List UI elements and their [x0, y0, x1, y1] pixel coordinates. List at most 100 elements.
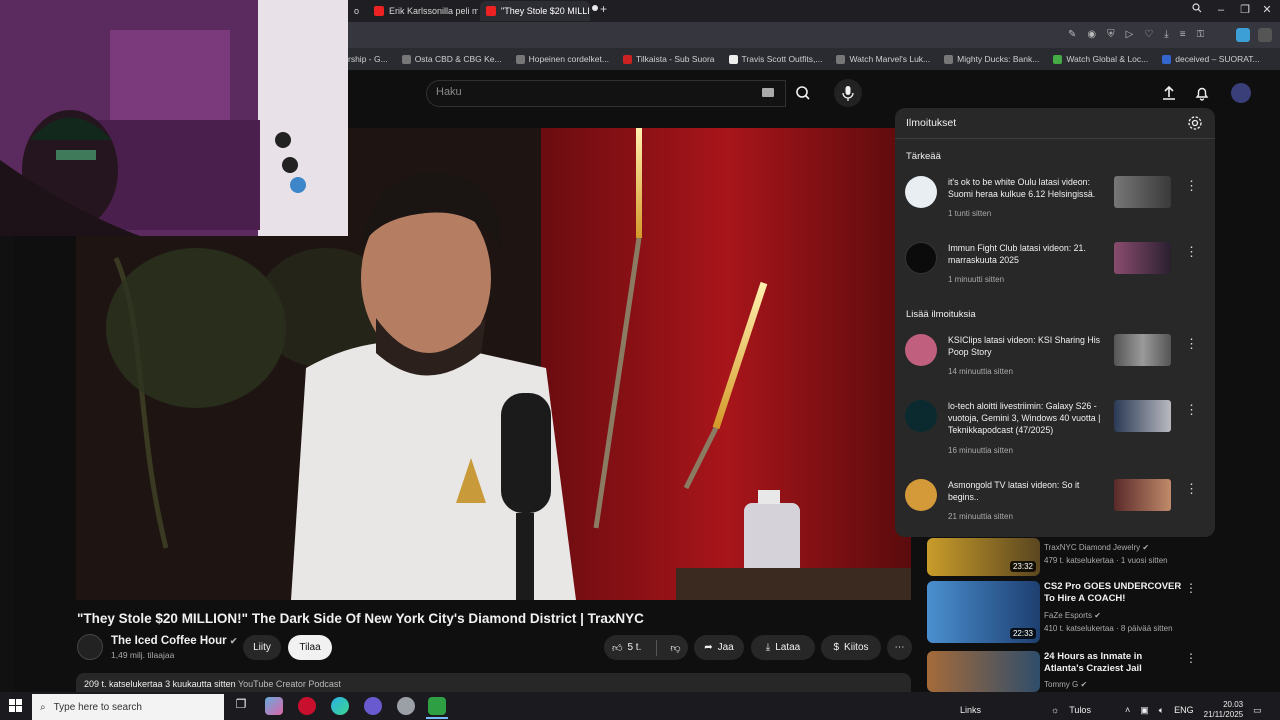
address-bar[interactable]: ✎ ◉ ⛨ ▷ ♡ ⤓ ≡ ⚿: [348, 22, 1280, 48]
notification-settings-button[interactable]: [1187, 115, 1203, 136]
bookmark-item[interactable]: Tilkaista - Sub Suora: [622, 54, 715, 64]
settings-extension-icon[interactable]: [1258, 28, 1272, 42]
download-button[interactable]: ⤓ Lataa: [751, 635, 815, 660]
task-view-icon[interactable]: ❐: [232, 697, 250, 715]
recommendation-meta: 410 t. katselukertaa · 8 päivää sitten: [1044, 624, 1173, 633]
verified-icon: ✔: [1142, 543, 1150, 552]
dislike-button[interactable]: 👎︎: [670, 642, 680, 654]
youtube-favicon-icon: [374, 6, 384, 16]
tv-icon: [622, 54, 632, 64]
youtube-favicon-icon: [486, 6, 496, 16]
extension-icon[interactable]: [1236, 28, 1250, 42]
close-window-button[interactable]: ✕: [1258, 2, 1276, 18]
camera-icon[interactable]: ◉: [1087, 29, 1096, 41]
browser-toolbar-icons: ✎ ◉ ⛨ ▷ ♡ ⤓ ≡ ⚿: [1068, 29, 1228, 41]
bookmark-item[interactable]: Travis Scott Outfits,...: [728, 54, 822, 64]
notification-item[interactable]: Immun Fight Club latasi videon: 21. marr…: [895, 242, 1215, 302]
search-tabs-icon[interactable]: [1188, 2, 1206, 18]
notification-thumbnail: [1114, 176, 1171, 208]
notifications-button[interactable]: [1193, 84, 1211, 107]
site-icon: [836, 54, 846, 64]
channel-name[interactable]: The Iced Coffee Hour ✔: [111, 635, 237, 647]
notification-item[interactable]: it's ok to be white Oulu latasi videon: …: [895, 176, 1215, 236]
like-button[interactable]: 👍︎ 5 t.: [612, 642, 641, 654]
recommendation-thumbnail[interactable]: 23:32: [927, 538, 1040, 576]
discord-icon[interactable]: [364, 697, 382, 715]
more-vertical-icon[interactable]: ⋮: [1185, 651, 1197, 665]
minimize-button[interactable]: –: [1212, 2, 1230, 18]
search-button[interactable]: [786, 80, 820, 107]
recommendation-thumbnail[interactable]: [927, 651, 1040, 692]
section-more-notifications: Lisää ilmoituksia: [906, 309, 976, 320]
chevron-up-icon[interactable]: ˄: [1125, 705, 1130, 715]
tab-they-stole[interactable]: "They Stole $20 MILLION": [480, 1, 590, 21]
subscriber-count: 1,49 milj. tilaajaa: [111, 650, 175, 660]
channel-avatar: [905, 176, 937, 208]
clock[interactable]: 20.03 21/11/2025: [1204, 700, 1243, 720]
bookmark-item[interactable]: Hopeinen cordelket...: [515, 54, 609, 64]
search-icon: ⌕: [40, 701, 46, 713]
subscribe-button[interactable]: Tilaa: [288, 635, 332, 660]
weather-icon[interactable]: ☼: [1051, 705, 1059, 715]
account-avatar[interactable]: [1231, 83, 1251, 103]
bookmark-item[interactable]: Watch Global & Loc...: [1053, 54, 1148, 64]
keyboard-icon[interactable]: [762, 88, 774, 97]
heart-icon[interactable]: ♡: [1144, 29, 1153, 41]
edit-icon[interactable]: ✎: [1068, 29, 1076, 41]
webcam-overlay: [0, 0, 348, 236]
description-box[interactable]: 209 t. katselukertaa 3 kuukautta sitten …: [76, 673, 911, 693]
share-button[interactable]: ➦ Jaa: [694, 635, 744, 660]
tab-erik-karlsson[interactable]: Erik Karlssonilla peli maitt: [368, 1, 478, 21]
recommendation-item[interactable]: 22:33 CS2 Pro GOES UNDERCOVER To Hire A …: [927, 581, 1197, 643]
maximize-button[interactable]: ❐: [1236, 2, 1254, 18]
download-icon[interactable]: ⤓: [1164, 29, 1168, 41]
bookmark-item[interactable]: Watch Marvel's Luk...: [836, 54, 930, 64]
thumbs-up-icon: 👍︎: [612, 642, 623, 654]
more-actions-button[interactable]: ⋯: [887, 635, 912, 660]
like-dislike-group: 👍︎ 5 t. 👎︎: [604, 635, 688, 660]
play-icon[interactable]: ▷: [1126, 29, 1134, 41]
bookmarks-bar: rship - G... Osta CBD & CBG Ke... Hopein…: [348, 48, 1280, 70]
copilot-icon[interactable]: [265, 697, 283, 715]
more-vertical-icon[interactable]: ⋮: [1185, 481, 1198, 497]
shield-icon[interactable]: ⛨: [1107, 29, 1115, 41]
notification-item[interactable]: KSIClips latasi videon: KSI Sharing His …: [895, 334, 1215, 394]
opera-icon[interactable]: [298, 697, 316, 715]
new-tab-button[interactable]: +: [600, 2, 607, 16]
start-button[interactable]: [9, 699, 23, 718]
active-app-icon[interactable]: [428, 697, 446, 715]
join-button[interactable]: Liity: [243, 635, 281, 660]
notification-thumbnail: [1114, 479, 1171, 511]
notification-item[interactable]: lo-tech aloitti livestriimin: Galaxy S26…: [895, 400, 1215, 460]
notification-center-icon[interactable]: ▭: [1253, 705, 1262, 716]
bookmark-item[interactable]: Osta CBD & CBG Ke...: [401, 54, 502, 64]
more-vertical-icon[interactable]: ⋮: [1185, 178, 1198, 194]
recommendation-channel: Tommy G ✔: [1044, 680, 1088, 689]
thanks-button[interactable]: $ Kiitos: [821, 635, 881, 660]
site-icon: [1053, 54, 1063, 64]
site-icon: [944, 54, 954, 64]
network-icon[interactable]: ▣: [1140, 705, 1149, 716]
edge-icon[interactable]: [331, 697, 349, 715]
channel-avatar[interactable]: [77, 634, 103, 660]
more-vertical-icon[interactable]: ⋮: [1185, 244, 1198, 260]
notification-item[interactable]: Asmongold TV latasi videon: So it begins…: [895, 479, 1215, 537]
voice-search-button[interactable]: [834, 79, 862, 107]
speaker-icon[interactable]: 🔈︎: [1159, 705, 1164, 716]
app-icon[interactable]: [397, 697, 415, 715]
more-vertical-icon[interactable]: ⋮: [1185, 402, 1198, 418]
lock-icon[interactable]: ⚿: [1197, 29, 1205, 41]
menu-icon[interactable]: ≡: [1180, 29, 1186, 41]
notification-thumbnail: [1114, 400, 1171, 432]
more-vertical-icon[interactable]: ⋮: [1185, 581, 1197, 595]
recommendation-thumbnail[interactable]: 22:33: [927, 581, 1040, 643]
search-input[interactable]: [426, 80, 786, 107]
upload-button[interactable]: [1160, 84, 1178, 107]
tab-partial[interactable]: o: [348, 1, 366, 21]
taskbar-search-input[interactable]: ⌕ Type here to search: [32, 694, 224, 720]
bookmark-item[interactable]: Mighty Ducks: Bank...: [944, 54, 1039, 64]
bookmark-item[interactable]: rship - G...: [348, 54, 388, 64]
more-vertical-icon[interactable]: ⋮: [1185, 336, 1198, 352]
thumbs-down-icon: 👎︎: [670, 642, 681, 654]
bookmark-item[interactable]: deceived – SUORAT...: [1162, 54, 1260, 64]
